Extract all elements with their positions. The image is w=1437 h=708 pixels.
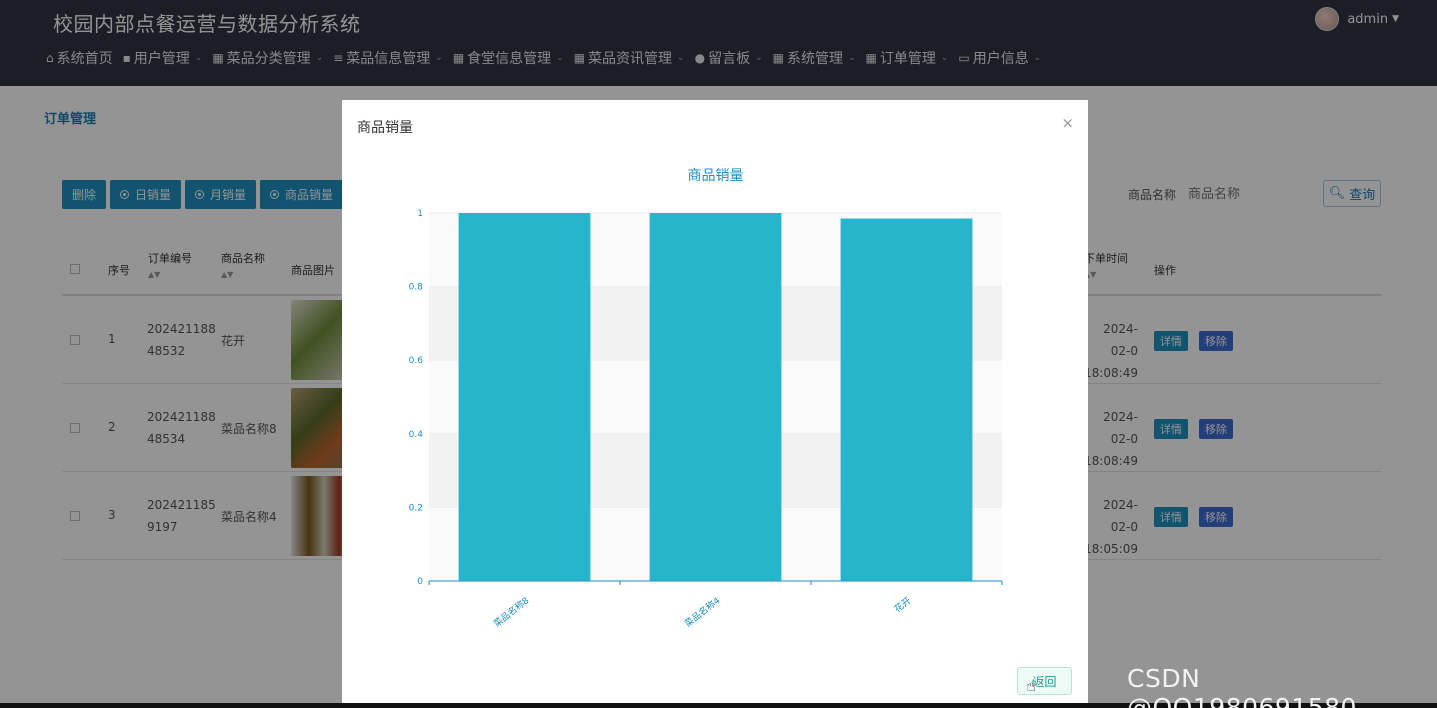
x-tick-label: 菜品名称8	[491, 594, 531, 629]
y-tick-label: 0.2	[409, 503, 423, 513]
x-tick-label: 菜品名称4	[682, 594, 722, 629]
y-tick-label: 0.4	[409, 430, 424, 440]
bar	[458, 213, 591, 581]
bar	[840, 218, 973, 581]
y-tick-label: 0	[417, 577, 423, 587]
watermark: CSDN @QQ1980691580	[1127, 664, 1357, 708]
product-sales-chart: 0 0.2 0.4 0.6 0.8 1 商品销量菜品名称8 菜品名称4 花开	[409, 168, 1003, 630]
y-tick-label: 1	[417, 209, 423, 219]
bar	[649, 213, 782, 581]
x-tick-label: 花开	[892, 594, 914, 615]
y-tick-label: 0.6	[409, 356, 424, 366]
sales-chart-modal: 商品销量 × 0 0.2 0.4 0.6 0.8 1 商品销量 菜品名称8 菜品名称4 花开 返回	[342, 100, 1088, 703]
chart-title: 商品销量	[688, 168, 744, 184]
hand-cursor-icon: ☝	[1026, 676, 1036, 695]
y-tick-label: 0.8	[409, 283, 424, 293]
